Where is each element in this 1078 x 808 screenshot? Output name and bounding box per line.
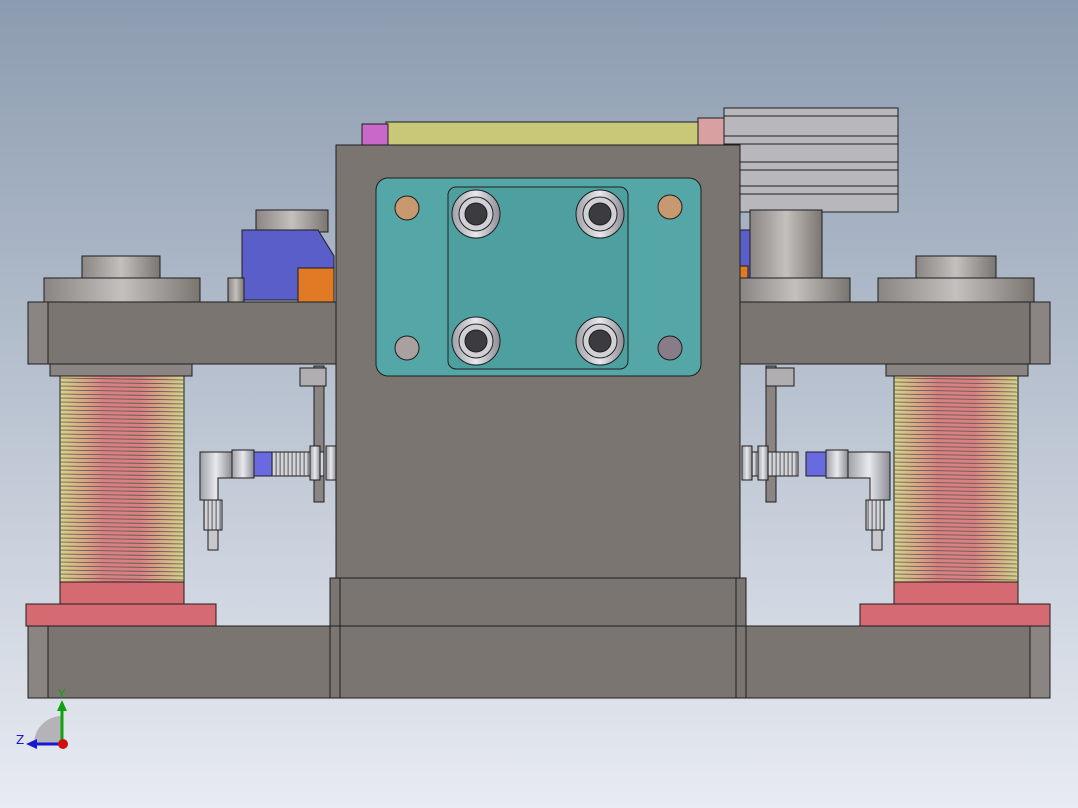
left-round-cap-base[interactable] — [43, 277, 201, 303]
bolt-bottom-right[interactable] — [575, 316, 625, 366]
bolt-top-right[interactable] — [575, 189, 625, 239]
right-spring-pad-ring[interactable] — [893, 581, 1019, 607]
teal-mounting-plate[interactable] — [375, 177, 702, 377]
hole-mauve-bottom-right — [657, 335, 683, 361]
left-spring-pad-ring[interactable] — [59, 581, 185, 607]
right-orange-sliver[interactable] — [739, 265, 749, 279]
left-arm-beam[interactable] — [27, 301, 337, 365]
left-coil-spring[interactable] — [49, 363, 193, 583]
x-axis-dot — [58, 739, 68, 749]
right-round-cap-base[interactable] — [877, 277, 1035, 303]
bolt-bottom-left[interactable] — [451, 316, 501, 366]
top-magenta-block[interactable] — [361, 123, 389, 147]
hole-gray-bottom-left — [394, 335, 420, 361]
left-spring-pad[interactable] — [25, 603, 217, 627]
z-axis-label: Z — [16, 733, 24, 747]
top-pink-block[interactable] — [697, 117, 727, 147]
hole-tan-top-right — [657, 194, 683, 220]
right-plate-stack[interactable] — [723, 107, 899, 213]
right-coil-spring[interactable] — [885, 363, 1029, 583]
hole-tan-top-left — [394, 195, 420, 221]
left-orange-block[interactable] — [297, 267, 335, 303]
right-round-cap-top[interactable] — [915, 255, 997, 279]
left-round-cap-top[interactable] — [81, 255, 161, 279]
bolt-top-left[interactable] — [451, 189, 501, 239]
y-axis-label: Y — [57, 687, 66, 701]
left-cylinder-cap[interactable] — [255, 209, 329, 233]
right-cylinder-post[interactable] — [749, 209, 823, 281]
central-base-block[interactable] — [329, 577, 747, 629]
cad-viewport[interactable]: Y Z — [0, 0, 1078, 808]
right-spring-pad[interactable] — [859, 603, 1051, 627]
top-yellow-rail[interactable] — [385, 121, 701, 147]
right-arm-beam[interactable] — [739, 301, 1051, 365]
base-plate[interactable] — [27, 625, 1051, 699]
